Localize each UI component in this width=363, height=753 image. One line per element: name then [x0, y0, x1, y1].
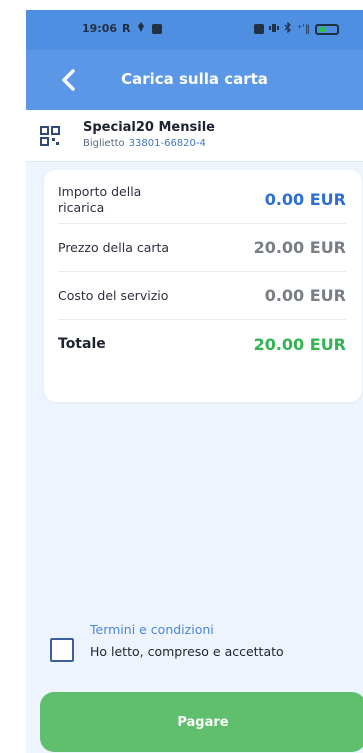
ticket-number: 33801-66820-4: [128, 138, 206, 149]
row-label: Costo del servizio: [58, 287, 169, 303]
ticket-label: Biglietto: [83, 138, 125, 149]
status-bar: 19:06 R ⁺ʹ‖: [26, 10, 363, 50]
ticket-info: Special20 Mensile Biglietto 33801-66820-4: [26, 110, 363, 162]
signal-icon: ⁺ʹ‖: [297, 23, 311, 35]
phone-screen: 19:06 R ⁺ʹ‖ Carica sulla carta Special20…: [26, 10, 363, 753]
qr-code-icon: [40, 126, 60, 150]
row-value: 0.00 EUR: [264, 190, 346, 209]
row-value: 20.00 EUR: [253, 238, 346, 257]
status-right-icons: ⁺ʹ‖: [254, 21, 340, 36]
linkedin-icon: [152, 23, 163, 34]
app-bar: Carica sulla carta: [26, 50, 363, 110]
summary-card: Importo della ricarica 0.00 EUR Prezzo d…: [44, 170, 362, 402]
page-title: Carica sulla carta: [121, 70, 268, 88]
summary-row-total: Totale 20.00 EUR: [58, 320, 346, 368]
summary-row-service-fee: Costo del servizio 0.00 EUR: [58, 272, 346, 320]
terms-checkbox[interactable]: [50, 638, 74, 662]
row-label: Importo della ricarica: [58, 183, 142, 215]
row-label: Prezzo della carta: [58, 239, 170, 255]
bluetooth-icon: [284, 21, 292, 36]
summary-row-card-price: Prezzo della carta 20.00 EUR: [58, 224, 346, 272]
ticket-name: Special20 Mensile: [83, 120, 215, 135]
row-label: Totale: [58, 336, 106, 352]
status-time: 19:06: [82, 22, 118, 35]
pay-button[interactable]: Pagare: [40, 692, 363, 752]
terms-link[interactable]: Termini e condizioni: [90, 622, 214, 637]
summary-row-amount: Importo della ricarica 0.00 EUR: [58, 176, 346, 224]
terms-accept-text: Ho letto, compreso e accettato: [90, 644, 284, 659]
vibrate-icon: [269, 23, 279, 36]
nfc-icon: [254, 24, 264, 34]
battery-icon: [315, 23, 340, 35]
pin-icon: [136, 22, 146, 35]
ticket-subtitle: Biglietto 33801-66820-4: [83, 138, 206, 149]
row-value: 0.00 EUR: [264, 286, 346, 305]
r-icon: R: [122, 22, 131, 35]
row-value: 20.00 EUR: [253, 334, 346, 354]
status-left-icons: R: [122, 22, 163, 35]
terms-section: Termini e condizioni Ho letto, compreso …: [50, 622, 350, 672]
